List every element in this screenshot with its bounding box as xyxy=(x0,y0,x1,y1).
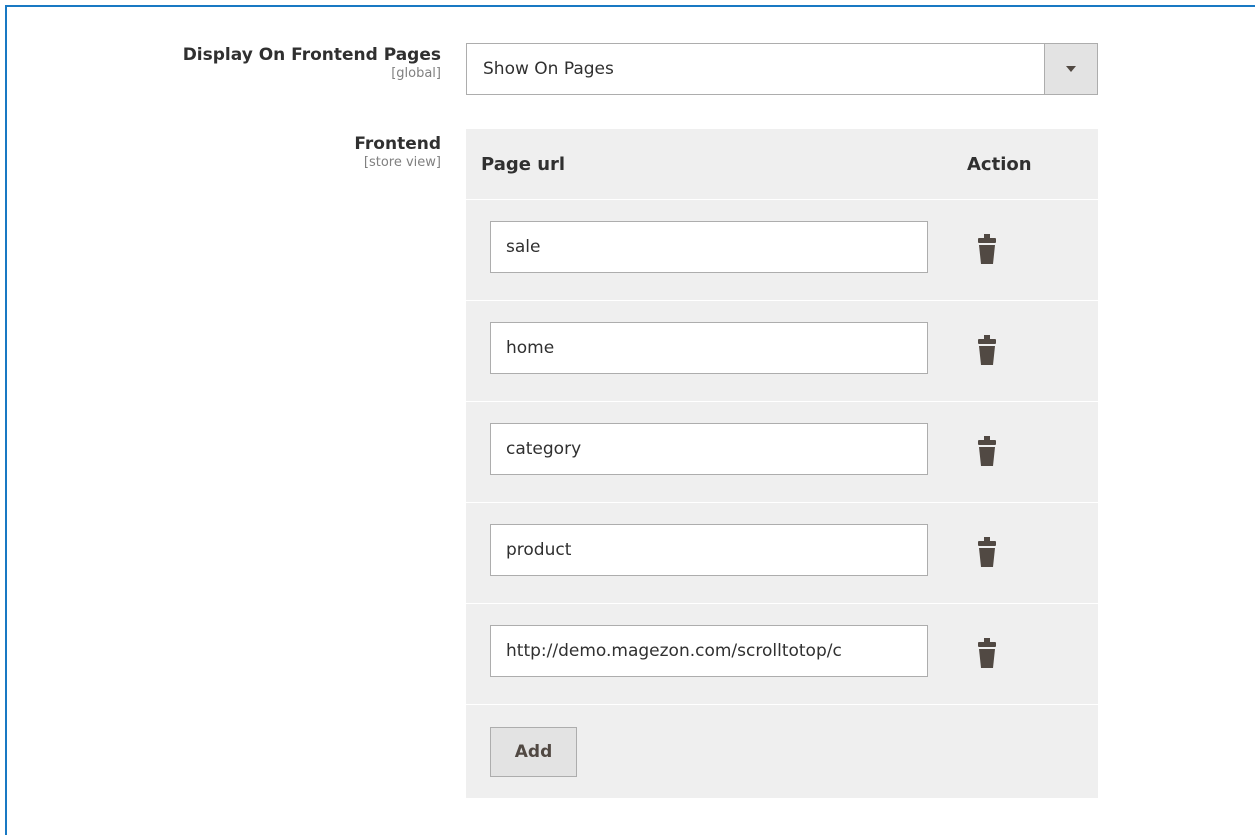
page-url-table: Page url Action Add xyxy=(466,129,1098,798)
column-header-page-url: Page url xyxy=(481,154,566,175)
add-row-button[interactable]: Add xyxy=(490,727,577,777)
page-url-input[interactable] xyxy=(490,322,928,374)
table-header: Page url Action xyxy=(466,129,1098,200)
display-on-frontend-select[interactable]: Show On Pages xyxy=(466,43,1098,95)
table-row xyxy=(466,604,1098,705)
table-row xyxy=(466,503,1098,604)
page-url-input[interactable] xyxy=(490,625,928,677)
page-url-input[interactable] xyxy=(490,524,928,576)
table-row xyxy=(466,200,1098,301)
frontend-label: Frontend xyxy=(354,134,441,154)
scope-global-label: [global] xyxy=(391,66,441,81)
table-row xyxy=(466,402,1098,503)
page-url-input[interactable] xyxy=(490,221,928,273)
trash-icon[interactable] xyxy=(972,232,1002,266)
display-on-frontend-label: Display On Frontend Pages xyxy=(182,45,441,65)
table-row xyxy=(466,301,1098,402)
column-header-action: Action xyxy=(967,154,1032,175)
trash-icon[interactable] xyxy=(972,636,1002,670)
trash-icon[interactable] xyxy=(972,434,1002,468)
display-on-frontend-label-group: Display On Frontend Pages [global] xyxy=(183,44,441,82)
chevron-down-icon[interactable] xyxy=(1044,44,1097,94)
scope-store-view-label: [store view] xyxy=(363,155,441,170)
page-url-input[interactable] xyxy=(490,423,928,475)
trash-icon[interactable] xyxy=(972,333,1002,367)
trash-icon[interactable] xyxy=(972,535,1002,569)
frontend-label-group: Frontend [store view] xyxy=(354,133,441,171)
select-value: Show On Pages xyxy=(483,59,614,79)
